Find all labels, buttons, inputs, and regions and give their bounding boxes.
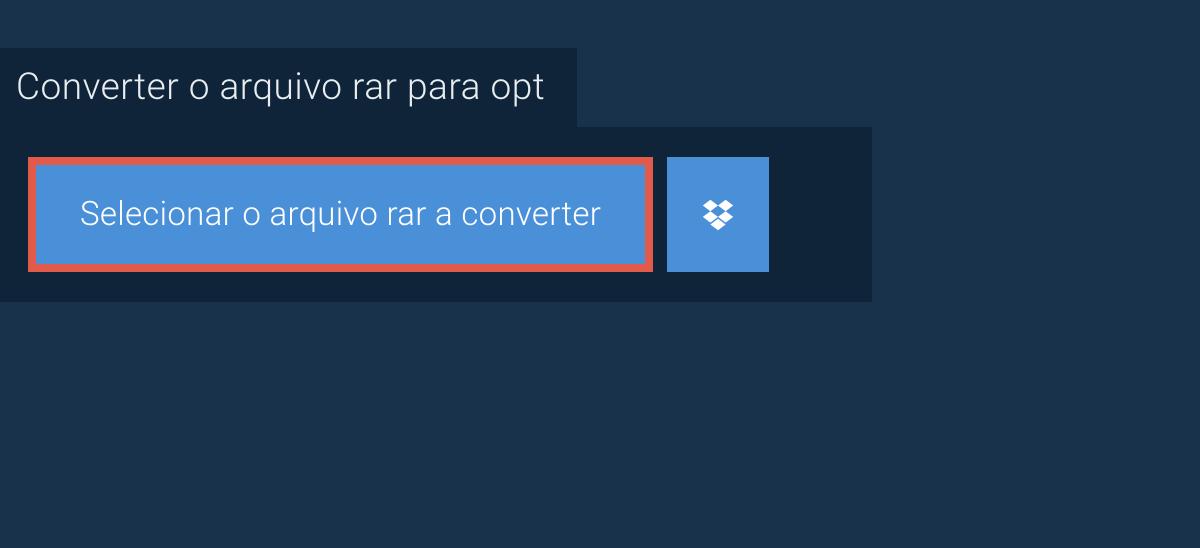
select-file-label: Selecionar o arquivo rar a converter [80, 195, 601, 234]
dropbox-button[interactable] [667, 157, 769, 272]
tab-bar: Converter o arquivo rar para opt [0, 48, 1200, 127]
tab-convert[interactable]: Converter o arquivo rar para opt [0, 48, 577, 127]
select-file-button[interactable]: Selecionar o arquivo rar a converter [28, 157, 653, 272]
dropbox-icon [699, 196, 737, 234]
button-row: Selecionar o arquivo rar a converter [28, 157, 844, 272]
tab-title: Converter o arquivo rar para opt [16, 66, 545, 109]
converter-panel: Selecionar o arquivo rar a converter [0, 127, 872, 302]
